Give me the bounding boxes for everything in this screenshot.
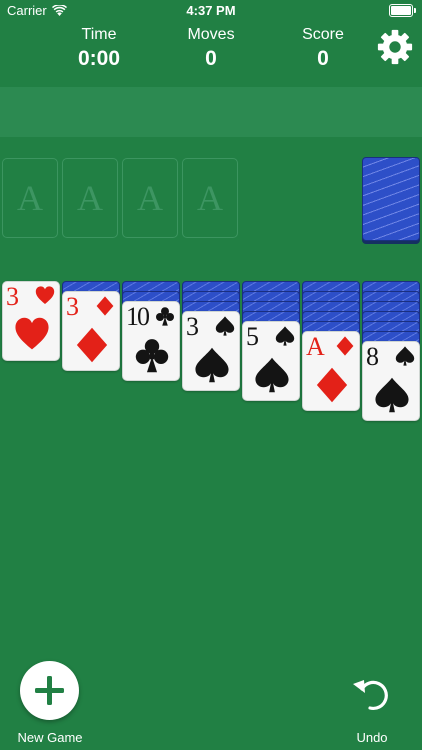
playing-card-5-spade[interactable]: 5 [242, 321, 300, 401]
settings-gear-icon[interactable] [376, 28, 414, 66]
club-suit-large-icon [135, 339, 169, 373]
playing-card-3-spade[interactable]: 3 [182, 311, 240, 391]
card-rank: 8 [366, 342, 379, 371]
status-bar: Carrier 4:37 PM [0, 0, 422, 22]
diamond-suit-icon [96, 296, 114, 316]
playing-card-3-diamond[interactable]: 3 [62, 291, 120, 371]
card-rank: 10 [126, 302, 150, 331]
club-suit-icon [156, 307, 174, 326]
stock-pile[interactable] [362, 157, 420, 241]
score-stat: Score 0 [278, 26, 368, 71]
heart-suit-large-icon [15, 317, 49, 350]
score-value: 0 [317, 47, 329, 70]
time-value: 0:00 [77, 47, 121, 70]
diamond-suit-large-icon [316, 367, 348, 403]
foundation-slot-1[interactable]: A [2, 158, 58, 238]
spade-suit-icon [215, 316, 235, 336]
new-game-button[interactable] [20, 661, 79, 720]
spade-suit-icon [395, 346, 415, 366]
playing-card-10-club[interactable]: 10 [122, 301, 180, 381]
spade-suit-icon [275, 326, 295, 346]
playing-card-8-spade[interactable]: 8 [362, 341, 420, 421]
foundation-slot-2[interactable]: A [62, 158, 118, 238]
status-clock: 4:37 PM [186, 3, 236, 18]
playing-card-a-diamond[interactable]: A [302, 331, 360, 411]
spade-suit-large-icon [195, 347, 229, 383]
heart-suit-icon [35, 286, 55, 304]
moves-stat: Moves 0 [166, 26, 256, 71]
undo-label[interactable]: Undo [340, 730, 404, 745]
spade-suit-large-icon [375, 377, 409, 413]
diamond-suit-icon [336, 336, 354, 356]
card-rank: 3 [186, 312, 199, 341]
time-stat: Time 0:00 [54, 26, 144, 71]
foundation-slot-3[interactable]: A [122, 158, 178, 238]
diamond-suit-large-icon [76, 327, 108, 363]
new-game-label[interactable]: New Game [0, 730, 100, 745]
card-rank: 5 [246, 322, 259, 351]
playing-card-3-heart[interactable]: 3 [2, 281, 60, 361]
moves-value: 0 [205, 47, 217, 70]
time-label: Time [81, 26, 117, 43]
card-rank: A [306, 332, 325, 361]
banner-area [0, 87, 422, 137]
battery-icon [389, 4, 416, 17]
card-rank: 3 [66, 292, 79, 321]
moves-label: Moves [187, 26, 235, 43]
undo-icon[interactable] [350, 676, 394, 712]
card-rank: 3 [6, 282, 19, 311]
foundation-slot-4[interactable]: A [182, 158, 238, 238]
spade-suit-large-icon [255, 357, 289, 393]
plus-icon [35, 676, 64, 705]
score-label: Score [302, 26, 344, 43]
